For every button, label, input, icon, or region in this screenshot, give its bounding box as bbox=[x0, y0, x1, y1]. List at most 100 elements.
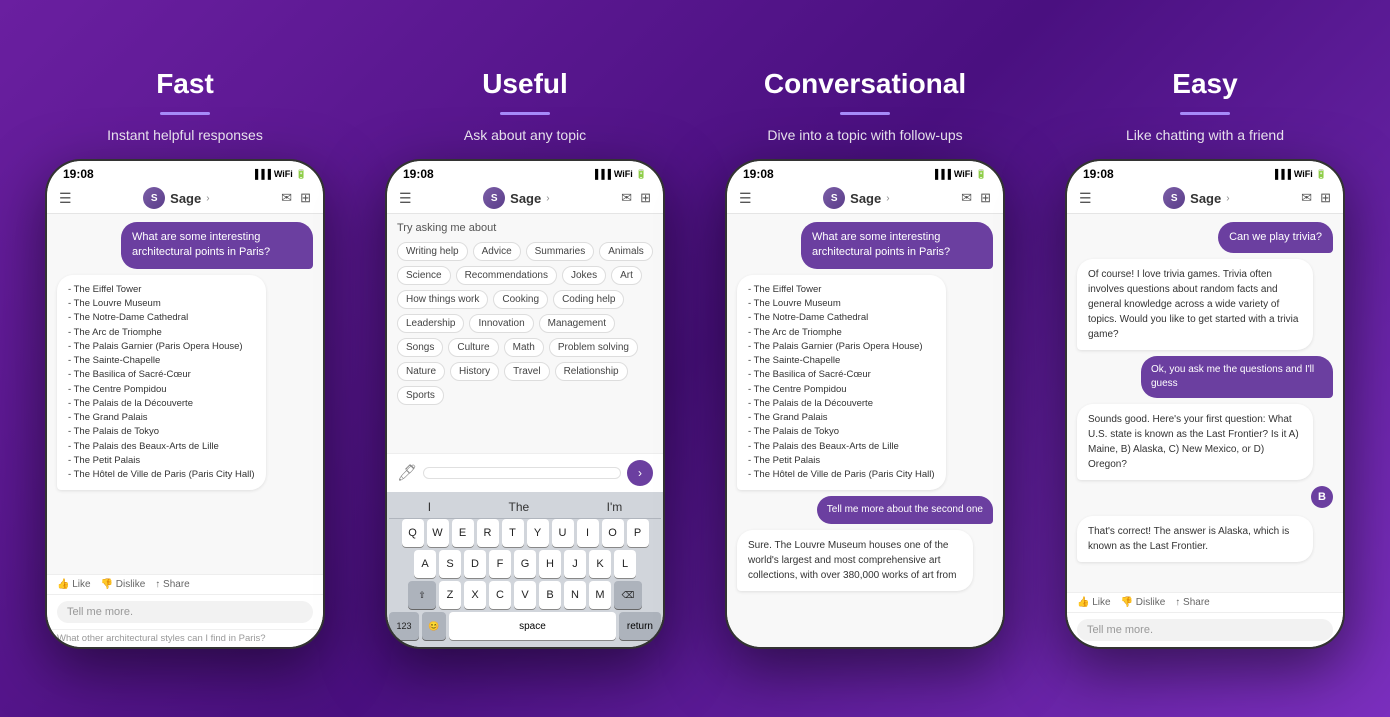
key-w[interactable]: W bbox=[427, 519, 449, 547]
easy-assistant-name[interactable]: Sage bbox=[1190, 191, 1221, 206]
chip-innovation[interactable]: Innovation bbox=[469, 314, 533, 333]
key-s[interactable]: S bbox=[439, 550, 461, 578]
key-n[interactable]: N bbox=[564, 581, 586, 609]
fast-dislike-btn[interactable]: 👎 Dislike bbox=[101, 579, 146, 590]
key-b[interactable]: B bbox=[539, 581, 561, 609]
conv-mail-icon[interactable]: ✉ bbox=[961, 190, 972, 206]
key-p[interactable]: P bbox=[627, 519, 649, 547]
easy-like-btn[interactable]: 👍 Like bbox=[1077, 597, 1111, 608]
chip-management[interactable]: Management bbox=[539, 314, 615, 333]
easy-ai-bubble-3: That's correct! The answer is Alaska, wh… bbox=[1077, 516, 1313, 562]
kbd-suggest-im[interactable]: I'm bbox=[607, 500, 623, 514]
key-a[interactable]: A bbox=[414, 550, 436, 578]
useful-assistant-name[interactable]: Sage bbox=[510, 191, 541, 206]
conv-phone-frame: 19:08 ▐▐▐ WiFi 🔋 ☰ S Sage › bbox=[725, 159, 1005, 649]
kbd-suggest-i[interactable]: I bbox=[428, 500, 431, 514]
useful-grid-icon[interactable]: ⊞ bbox=[640, 190, 651, 206]
fast-suggestion[interactable]: What other architectural styles can I fi… bbox=[47, 629, 323, 647]
key-space[interactable]: space bbox=[449, 612, 616, 640]
easy-subtitle: Like chatting with a friend bbox=[1126, 127, 1284, 143]
key-123[interactable]: 123 bbox=[389, 612, 419, 640]
fast-like-btn[interactable]: 👍 Like bbox=[57, 579, 91, 590]
chip-recommendations[interactable]: Recommendations bbox=[456, 266, 557, 285]
chip-songs[interactable]: Songs bbox=[397, 338, 443, 357]
chip-art[interactable]: Art bbox=[611, 266, 642, 285]
key-o[interactable]: O bbox=[602, 519, 624, 547]
conv-assistant-name[interactable]: Sage bbox=[850, 191, 881, 206]
key-k[interactable]: K bbox=[589, 550, 611, 578]
chip-writing-help[interactable]: Writing help bbox=[397, 242, 468, 261]
key-u[interactable]: U bbox=[552, 519, 574, 547]
fast-assistant-name[interactable]: Sage bbox=[170, 191, 201, 206]
chip-leadership[interactable]: Leadership bbox=[397, 314, 464, 333]
chip-jokes[interactable]: Jokes bbox=[562, 266, 606, 285]
key-y[interactable]: Y bbox=[527, 519, 549, 547]
chip-advice[interactable]: Advice bbox=[473, 242, 521, 261]
useful-mic-icon[interactable]: 🖊 bbox=[397, 463, 417, 483]
chip-coding-help[interactable]: Coding help bbox=[553, 290, 624, 309]
useful-phone-screen: 19:08 ▐▐▐ WiFi 🔋 ☰ S Sage › bbox=[387, 161, 663, 647]
fast-grid-icon[interactable]: ⊞ bbox=[300, 190, 311, 206]
fast-input-field[interactable]: Tell me more. bbox=[57, 601, 313, 623]
key-r[interactable]: R bbox=[477, 519, 499, 547]
key-m[interactable]: M bbox=[589, 581, 611, 609]
key-backspace[interactable]: ⌫ bbox=[614, 581, 642, 609]
key-e[interactable]: E bbox=[452, 519, 474, 547]
easy-avatar: S bbox=[1163, 187, 1185, 209]
useful-send-btn[interactable]: › bbox=[627, 460, 653, 486]
useful-mail-icon[interactable]: ✉ bbox=[621, 190, 632, 206]
key-v[interactable]: V bbox=[514, 581, 536, 609]
key-q[interactable]: Q bbox=[402, 519, 424, 547]
key-return[interactable]: return bbox=[619, 612, 661, 640]
chip-summaries[interactable]: Summaries bbox=[526, 242, 595, 261]
fast-mail-icon[interactable]: ✉ bbox=[281, 190, 292, 206]
chip-travel[interactable]: Travel bbox=[504, 362, 549, 381]
fast-action-row: 👍 Like 👎 Dislike ↑ Share bbox=[47, 574, 323, 594]
easy-user-row-3: B bbox=[1077, 486, 1333, 510]
key-g[interactable]: G bbox=[514, 550, 536, 578]
easy-hamburger-icon[interactable]: ☰ bbox=[1079, 190, 1092, 207]
chip-animals[interactable]: Animals bbox=[599, 242, 653, 261]
key-z[interactable]: Z bbox=[439, 581, 461, 609]
key-d[interactable]: D bbox=[464, 550, 486, 578]
key-c[interactable]: C bbox=[489, 581, 511, 609]
easy-dislike-btn[interactable]: 👎 Dislike bbox=[1121, 597, 1166, 608]
conv-hamburger-icon[interactable]: ☰ bbox=[739, 190, 752, 207]
key-t[interactable]: T bbox=[502, 519, 524, 547]
easy-share-btn[interactable]: ↑ Share bbox=[1175, 597, 1209, 608]
useful-input-field[interactable] bbox=[423, 467, 621, 479]
fast-hamburger-icon[interactable]: ☰ bbox=[59, 190, 72, 207]
easy-time: 19:08 bbox=[1083, 167, 1114, 181]
chip-sports[interactable]: Sports bbox=[397, 386, 444, 405]
key-j[interactable]: J bbox=[564, 550, 586, 578]
key-l[interactable]: L bbox=[614, 550, 636, 578]
easy-grid-icon[interactable]: ⊞ bbox=[1320, 190, 1331, 206]
key-shift[interactable]: ⇧ bbox=[408, 581, 436, 609]
useful-hamburger-icon[interactable]: ☰ bbox=[399, 190, 412, 207]
key-emoji[interactable]: 😊 bbox=[422, 612, 446, 640]
conv-nav-icons: ✉ ⊞ bbox=[961, 190, 991, 206]
key-h[interactable]: H bbox=[539, 550, 561, 578]
chip-cooking[interactable]: Cooking bbox=[493, 290, 548, 309]
key-x[interactable]: X bbox=[464, 581, 486, 609]
chip-culture[interactable]: Culture bbox=[448, 338, 498, 357]
conv-grid-icon[interactable]: ⊞ bbox=[980, 190, 991, 206]
easy-input-field[interactable]: Tell me more. bbox=[1077, 619, 1333, 641]
chip-relationship[interactable]: Relationship bbox=[555, 362, 628, 381]
signal-icon: ▐▐▐ bbox=[932, 169, 951, 179]
battery-icon: 🔋 bbox=[1316, 169, 1327, 180]
chip-science[interactable]: Science bbox=[397, 266, 451, 285]
key-i[interactable]: I bbox=[577, 519, 599, 547]
chip-history[interactable]: History bbox=[450, 362, 499, 381]
chip-how-things-work[interactable]: How things work bbox=[397, 290, 488, 309]
fast-share-btn[interactable]: ↑ Share bbox=[155, 579, 189, 590]
easy-mail-icon[interactable]: ✉ bbox=[1301, 190, 1312, 206]
chip-problem-solving[interactable]: Problem solving bbox=[549, 338, 638, 357]
chip-math[interactable]: Math bbox=[504, 338, 544, 357]
kbd-suggest-the[interactable]: The bbox=[509, 500, 530, 514]
fast-nav-center: S Sage › bbox=[143, 187, 209, 209]
easy-status-icons: ▐▐▐ WiFi 🔋 bbox=[1272, 169, 1327, 180]
chip-nature[interactable]: Nature bbox=[397, 362, 445, 381]
wifi-icon: WiFi bbox=[614, 169, 633, 179]
key-f[interactable]: F bbox=[489, 550, 511, 578]
